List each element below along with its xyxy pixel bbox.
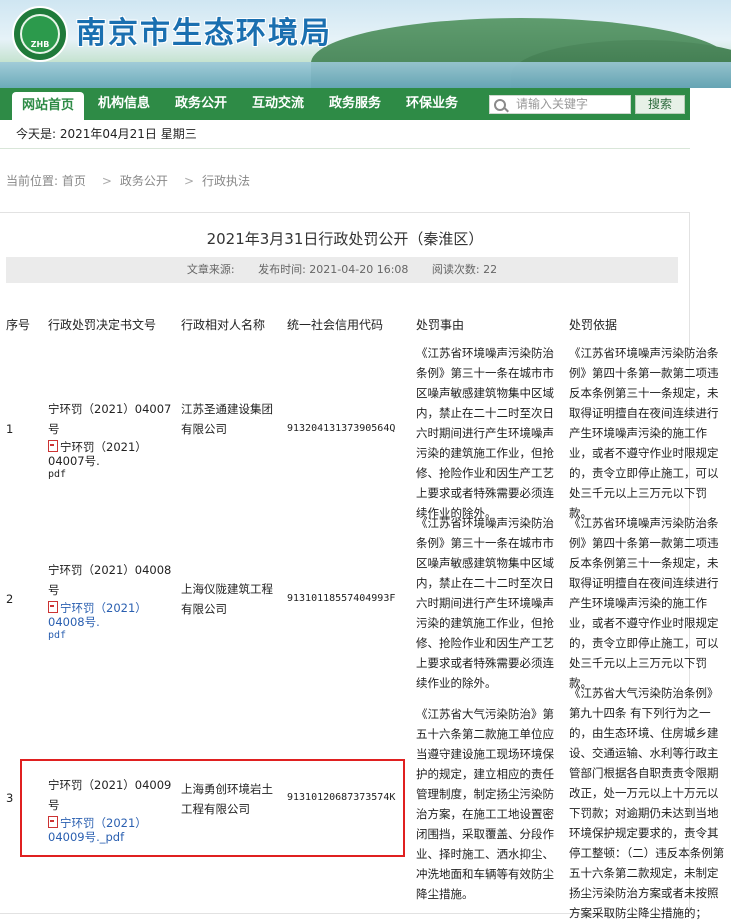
col-header-code: 统一社会信用代码: [287, 318, 384, 332]
site-banner: ZHB 南京市生态环境局: [0, 0, 731, 88]
pdf-ext[interactable]: pdf: [48, 629, 178, 643]
col-header-basis: 处罚依据: [569, 318, 618, 332]
col-header-reason: 处罚事由: [416, 318, 465, 332]
article-published: 发布时间: 2021-04-20 16:08: [258, 263, 409, 276]
chevron-right-icon: >: [183, 174, 194, 188]
site-logo[interactable]: ZHB: [12, 6, 68, 62]
credit-code: 91310118557404993F: [287, 593, 396, 604]
pdf-ext[interactable]: pdf: [48, 468, 178, 482]
penalty-basis: 《江苏省环境噪声污染防治条例》第四十条第一款第二项违反本条例第三十一条规定，未取…: [569, 516, 719, 690]
doc-number-text: 宁环罚（2021）04007号: [48, 402, 172, 436]
breadcrumb-current[interactable]: 当前位置: 首页: [6, 174, 86, 188]
party-name: 上海仪陇建筑工程有限公司: [181, 582, 273, 616]
nav-env-business[interactable]: 环保业务: [406, 88, 458, 120]
doc-number-text: 宁环罚（2021）04008号: [48, 563, 172, 597]
chevron-right-icon: >: [101, 174, 112, 188]
today-date: 今天是: 2021年04月21日 星期三: [16, 127, 197, 141]
penalty-basis: 《江苏省大气污染防治条例》第九十四条 有下列行为之一的，由生态环境、住房城乡建设…: [569, 686, 725, 920]
nav-org-info[interactable]: 机构信息: [98, 88, 150, 120]
banner-water: [0, 62, 731, 88]
highlight-box: [20, 759, 405, 857]
pdf-link-text[interactable]: 宁环罚（2021）04007号.: [48, 440, 147, 468]
article-meta: 文章来源: 发布时间: 2021-04-20 16:08 阅读次数: 22: [6, 257, 678, 283]
penalty-reason: 《江苏省环境噪声污染防治条例》第三十一条在城市市区噪声敏感建筑物集中区域内，禁止…: [416, 516, 554, 690]
penalty-reason: 《江苏省环境噪声污染防治条例》第三十一条在城市市区噪声敏感建筑物集中区域内，禁止…: [416, 346, 554, 520]
row-no: 3: [6, 791, 14, 805]
row-no: 2: [6, 592, 14, 606]
nav-home[interactable]: 网站首页: [12, 92, 85, 120]
pdf-link[interactable]: 宁环罚（2021）04008号.: [48, 600, 178, 629]
logo-text: ZHB: [20, 14, 60, 54]
col-header-party: 行政相对人名称: [181, 318, 266, 332]
col-header-doc: 行政处罚决定书文号: [48, 318, 157, 332]
pdf-icon: [48, 601, 58, 613]
breadcrumb-gov-affairs[interactable]: 政务公开: [120, 174, 168, 188]
breadcrumb: 当前位置: 首页 > 政务公开 > 行政执法: [6, 172, 258, 189]
article-views: 阅读次数: 22: [431, 263, 498, 276]
date-bar: 今天是: 2021年04月21日 星期三: [0, 120, 690, 149]
doc-number: 宁环罚（2021）04007号 宁环罚（2021）04007号. pdf: [48, 399, 178, 482]
col-header-no: 序号: [6, 318, 31, 332]
penalty-basis: 《江苏省环境噪声污染防治条例》第四十条第一款第二项违反本条例第三十一条规定，未取…: [569, 346, 719, 520]
search-placeholder: 请输入关键字: [516, 97, 589, 111]
search-input[interactable]: 请输入关键字: [489, 95, 631, 114]
penalty-reason: 《江苏省大气污染防治》第五十六条第二款施工单位应当遵守建设施工现场环境保护的规定…: [416, 707, 554, 901]
search-icon: [494, 99, 506, 111]
article-source: 文章来源:: [186, 263, 235, 276]
nav-gov-affairs[interactable]: 政务公开: [175, 88, 227, 120]
party-name: 江苏圣通建设集团有限公司: [181, 402, 273, 436]
pdf-icon: [48, 440, 58, 452]
search-button[interactable]: 搜索: [635, 95, 685, 114]
site-title: 南京市生态环境局: [76, 16, 332, 51]
page-title: 2021年3月31日行政处罚公开（秦淮区）: [206, 230, 484, 248]
row-no: 1: [6, 422, 14, 436]
doc-number: 宁环罚（2021）04008号 宁环罚（2021）04008号. pdf: [48, 560, 178, 643]
nav-gov-service[interactable]: 政务服务: [329, 88, 381, 120]
breadcrumb-law-enforcement[interactable]: 行政执法: [202, 174, 250, 188]
nav-interaction[interactable]: 互动交流: [252, 88, 304, 120]
credit-code: 91320413137390564Q: [287, 423, 396, 434]
pdf-link[interactable]: 宁环罚（2021）04007号.: [48, 439, 178, 468]
pdf-link-text[interactable]: 宁环罚（2021）04008号.: [48, 601, 147, 629]
